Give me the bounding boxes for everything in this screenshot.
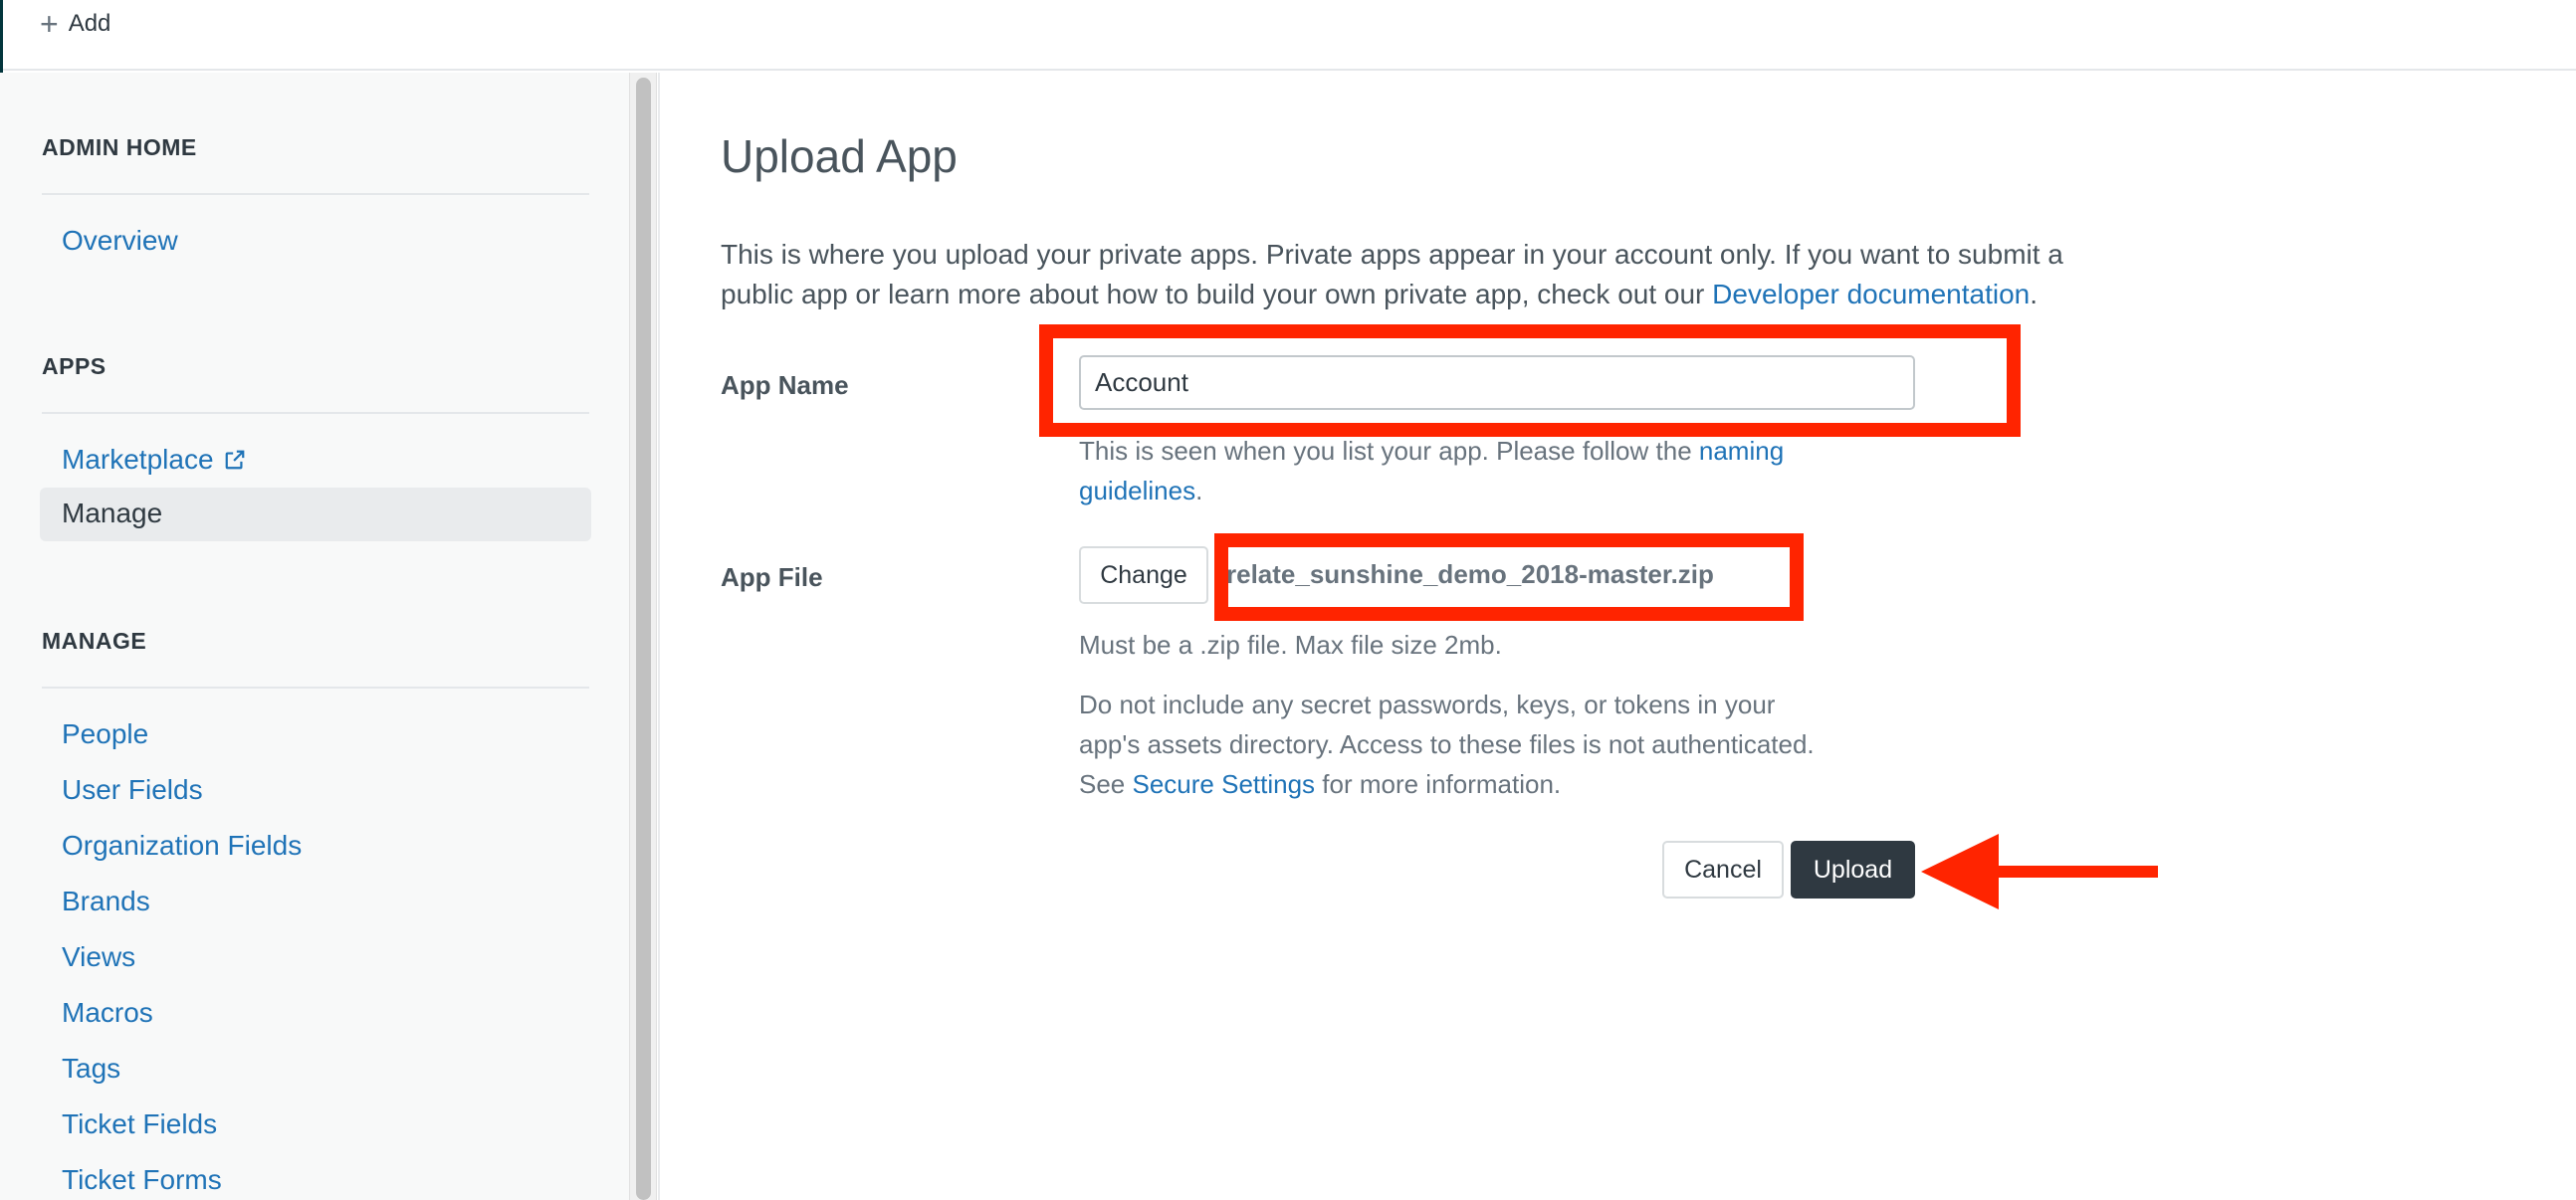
naming-guidelines-link[interactable]: naming bbox=[1699, 436, 1784, 466]
annotation-box-app-name bbox=[1039, 324, 2021, 437]
warn-line-3: See Secure Settings for more information… bbox=[1079, 764, 1915, 804]
intro-line-1: This is where you upload your private ap… bbox=[721, 239, 2063, 270]
sidebar-item-manage[interactable]: Manage bbox=[62, 498, 162, 529]
add-label: Add bbox=[68, 10, 111, 37]
developer-documentation-link[interactable]: Developer documentation bbox=[1712, 279, 2030, 309]
sidebar-item-tags[interactable]: Tags bbox=[62, 1053, 120, 1085]
section-divider bbox=[42, 687, 589, 689]
sidebar-item-brands[interactable]: Brands bbox=[62, 886, 150, 917]
app-name-label: App Name bbox=[721, 370, 849, 400]
page-title: Upload App bbox=[721, 130, 958, 182]
secret-warning-help: Do not include any secret passwords, key… bbox=[1079, 685, 1915, 804]
app-name-help-line-1: This is seen when you list your app. Ple… bbox=[1079, 431, 1895, 471]
warn-line-2: app's assets directory. Access to these … bbox=[1079, 729, 1815, 759]
upload-button[interactable]: Upload bbox=[1791, 841, 1915, 899]
sidebar-item-macros[interactable]: Macros bbox=[62, 997, 153, 1029]
sidebar-item-ticket-fields[interactable]: Ticket Fields bbox=[62, 1108, 217, 1140]
app-name-help-line-2: guidelines. bbox=[1079, 471, 1895, 510]
warn-line-1: Do not include any secret passwords, key… bbox=[1079, 690, 1776, 719]
sidebar-item-views[interactable]: Views bbox=[62, 941, 135, 973]
annotation-box-file-name bbox=[1214, 533, 1804, 621]
naming-guidelines-link-2[interactable]: guidelines bbox=[1079, 476, 1195, 505]
app-name-help-text: This is seen when you list your app. Ple… bbox=[1079, 436, 1699, 466]
external-link-icon bbox=[225, 450, 244, 470]
cancel-button[interactable]: Cancel bbox=[1662, 841, 1784, 899]
plus-icon: + bbox=[40, 6, 59, 42]
section-divider bbox=[42, 412, 589, 414]
sidebar-item-ticket-forms[interactable]: Ticket Forms bbox=[62, 1164, 222, 1196]
main-divider bbox=[658, 73, 660, 1200]
sidebar-item-people[interactable]: People bbox=[62, 718, 148, 750]
sidebar-item-overview[interactable]: Overview bbox=[62, 225, 178, 257]
app-name-help: This is seen when you list your app. Ple… bbox=[1079, 431, 1895, 510]
section-divider bbox=[42, 193, 589, 195]
app-root: + Add ADMIN HOME Overview APPS Marketpla… bbox=[0, 0, 2576, 1200]
section-title-apps: APPS bbox=[42, 353, 107, 379]
secure-settings-link[interactable]: Secure Settings bbox=[1133, 769, 1316, 799]
sidebar-item-label: Marketplace bbox=[62, 444, 214, 475]
intro-line-2: public app or learn more about how to bu… bbox=[721, 275, 2154, 314]
file-size-help: Must be a .zip file. Max file size 2mb. bbox=[1079, 630, 1502, 660]
arrow-left-icon bbox=[1921, 834, 2158, 909]
sidebar-item-marketplace[interactable]: Marketplace bbox=[62, 444, 246, 476]
app-name-help-suffix: . bbox=[1195, 476, 1203, 505]
sidebar-scrollbar-thumb[interactable] bbox=[636, 78, 651, 1200]
warn-line-3-prefix: See bbox=[1079, 769, 1133, 799]
warn-line-3-suffix: for more information. bbox=[1315, 769, 1562, 799]
change-file-button[interactable]: Change bbox=[1079, 546, 1208, 604]
section-title-manage: MANAGE bbox=[42, 628, 147, 654]
top-bar: + Add bbox=[0, 0, 2576, 71]
intro-suffix: . bbox=[2030, 279, 2039, 309]
app-file-label: App File bbox=[721, 562, 823, 592]
sidebar-item-user-fields[interactable]: User Fields bbox=[62, 774, 203, 806]
intro-text: This is where you upload your private ap… bbox=[721, 235, 2154, 314]
add-button[interactable]: + Add bbox=[40, 8, 110, 40]
sidebar-item-organization-fields[interactable]: Organization Fields bbox=[62, 830, 302, 862]
intro-line-2-text: public app or learn more about how to bu… bbox=[721, 279, 1713, 309]
section-title-admin-home: ADMIN HOME bbox=[42, 134, 197, 160]
